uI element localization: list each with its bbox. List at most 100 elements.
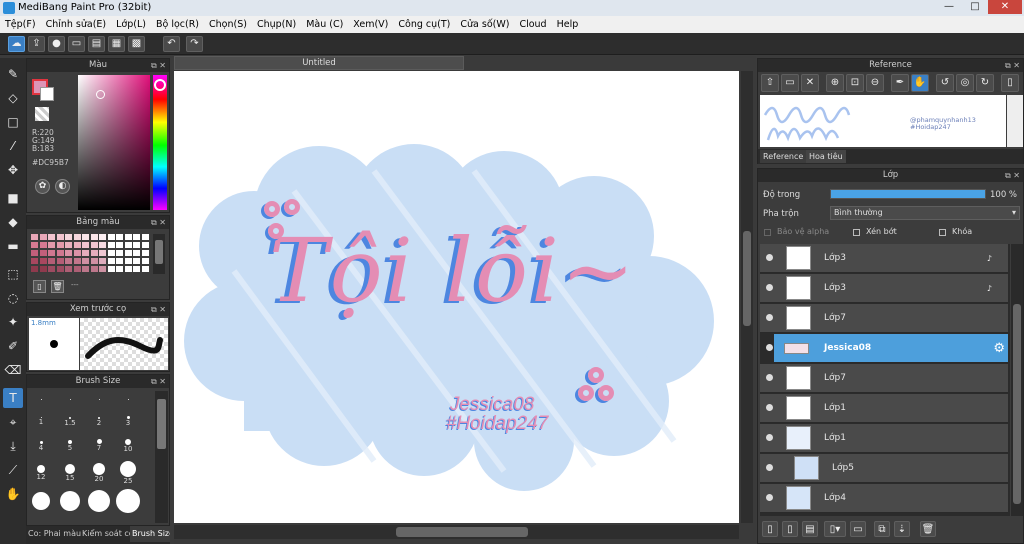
menu-cloud[interactable]: Cloud [514, 16, 551, 33]
brush-size-cell[interactable]: 2 [85, 409, 113, 431]
eye-icon[interactable] [766, 464, 773, 471]
palette-swatch[interactable] [107, 250, 115, 256]
tiles-icon[interactable]: ▩ [128, 36, 145, 52]
gradient-icon[interactable]: ▬ [3, 236, 23, 256]
eye-icon[interactable] [766, 374, 773, 381]
brush-size-cell[interactable]: 10 [114, 433, 142, 457]
select-eraser-icon[interactable]: ⌫ [3, 360, 23, 380]
palette-swatch[interactable] [65, 250, 72, 256]
palette-swatch[interactable] [141, 250, 149, 256]
magic-wand-icon[interactable]: ✦ [3, 312, 23, 332]
palette-swatch[interactable] [124, 266, 132, 272]
palette-swatch[interactable] [31, 250, 38, 256]
brush-size-cell[interactable] [85, 391, 113, 408]
cloud-icon[interactable]: ☁ [8, 36, 25, 52]
tab-brush-control[interactable]: Kiểm soát cọ [82, 526, 134, 542]
delete-layer-icon[interactable]: 🗑 [920, 521, 936, 537]
palette-swatch[interactable] [73, 250, 81, 256]
palette-swatch[interactable] [39, 266, 47, 272]
color-picker-cursor[interactable] [96, 90, 105, 99]
palette-swatch[interactable] [56, 242, 64, 248]
marquee-icon[interactable]: ⬚ [3, 264, 23, 284]
palette-swatch[interactable] [73, 242, 81, 248]
panel-options-icon[interactable]: ⧉ ✕ [151, 59, 166, 72]
merge-layer-icon[interactable]: ⇣ [894, 521, 910, 537]
move-icon[interactable]: ✥ [3, 160, 23, 180]
palette-swatch[interactable] [133, 258, 140, 264]
opacity-slider[interactable] [830, 189, 986, 199]
layer-row[interactable]: Lớp4 [760, 484, 1008, 513]
undo-icon[interactable]: ↶ [163, 36, 180, 52]
brush-size-cell[interactable]: 12 [27, 459, 55, 487]
tab-navigator[interactable]: Hoa tiêu [806, 150, 846, 163]
rectangle-select-icon[interactable]: □ [3, 112, 23, 132]
palette-swatch[interactable] [133, 266, 140, 272]
palette-swatch[interactable] [82, 258, 89, 264]
brush-size-scrollbar[interactable] [155, 391, 168, 523]
folder-icon[interactable]: ▭ [781, 74, 799, 92]
gear-icon[interactable]: ⚙ [993, 341, 1005, 356]
hand-icon[interactable]: ✋ [3, 484, 23, 504]
brush-size-cell[interactable]: 1.5 [56, 409, 84, 431]
panel-options-icon[interactable]: ⧉ ✕ [1005, 59, 1020, 72]
ruler-icon[interactable]: ⟋ [3, 460, 23, 480]
menu-help[interactable]: Help [552, 16, 584, 33]
menu-tools[interactable]: Công cụ(T) [393, 16, 455, 33]
palette-swatch[interactable] [48, 266, 55, 272]
rotate-reset-icon[interactable]: ◎ [956, 74, 974, 92]
layer-scrollbar[interactable] [1011, 244, 1023, 516]
palette-swatch[interactable] [141, 242, 149, 248]
rotate-left-icon[interactable]: ↺ [936, 74, 954, 92]
add-palette-icon[interactable]: ▯ [33, 280, 46, 293]
palette-swatch[interactable] [107, 234, 115, 240]
palette-swatch[interactable] [48, 250, 55, 256]
menu-view[interactable]: Xem(V) [348, 16, 393, 33]
page-icon[interactable]: ▤ [88, 36, 105, 52]
palette-swatch[interactable] [39, 250, 47, 256]
palette-swatch[interactable] [124, 234, 132, 240]
tab-reference[interactable]: Reference [760, 150, 807, 163]
palette-icon[interactable]: ✿ [35, 179, 50, 194]
color-wheel-icon[interactable]: ◐ [55, 179, 70, 194]
palette-swatch[interactable] [90, 250, 98, 256]
layer-row[interactable]: Lớp3 ♪ [760, 244, 1008, 273]
select-pen-icon[interactable]: ✐ [3, 336, 23, 356]
brush-size-cell[interactable] [114, 489, 142, 513]
palette-swatch[interactable] [48, 242, 55, 248]
palette-swatch[interactable] [99, 266, 106, 272]
blend-mode-select[interactable]: Bình thường ▾ [830, 206, 1020, 220]
menu-layer[interactable]: Lớp(L) [111, 16, 151, 33]
brush-size-cell[interactable]: 1 [27, 409, 55, 431]
brush-size-cell[interactable] [114, 391, 142, 408]
menu-file[interactable]: Tệp(F) [0, 16, 41, 33]
brush-icon[interactable]: ✎ [3, 64, 23, 84]
brush-size-cell[interactable]: 3 [114, 409, 142, 431]
palette-swatch[interactable] [73, 266, 81, 272]
palette-swatch[interactable] [90, 242, 98, 248]
palette-swatch[interactable] [124, 242, 132, 248]
new-layer-icon[interactable]: ▯ [762, 521, 778, 537]
palette-swatch[interactable] [73, 234, 81, 240]
palette-swatch[interactable] [107, 266, 115, 272]
palette-swatch[interactable] [39, 234, 47, 240]
palette-swatch[interactable] [133, 234, 140, 240]
dot-brush-icon[interactable]: ⁄ [3, 136, 23, 156]
protect-alpha-checkbox[interactable] [764, 229, 771, 236]
canvas-horizontal-scrollbar[interactable] [174, 525, 739, 539]
layer-row[interactable]: Lớp1 [760, 394, 1008, 423]
lock-checkbox[interactable] [939, 229, 946, 236]
palette-swatch[interactable] [65, 234, 72, 240]
palette-swatch[interactable] [65, 266, 72, 272]
eye-icon[interactable] [766, 284, 773, 291]
menu-snap[interactable]: Chụp(N) [252, 16, 301, 33]
palette-swatch[interactable] [65, 242, 72, 248]
close-button[interactable]: ✕ [988, 0, 1022, 14]
duplicate-layer-icon[interactable]: ⧉ [874, 521, 890, 537]
palette-swatch[interactable] [56, 234, 64, 240]
minimize-button[interactable]: — [936, 0, 962, 14]
layer-row[interactable]: Lớp7 [760, 304, 1008, 333]
saturation-box[interactable] [78, 75, 150, 210]
maximize-button[interactable]: □ [962, 0, 988, 14]
layer-row[interactable]: Lớp1 [760, 424, 1008, 453]
zoom-in-icon[interactable]: ⊕ [826, 74, 844, 92]
